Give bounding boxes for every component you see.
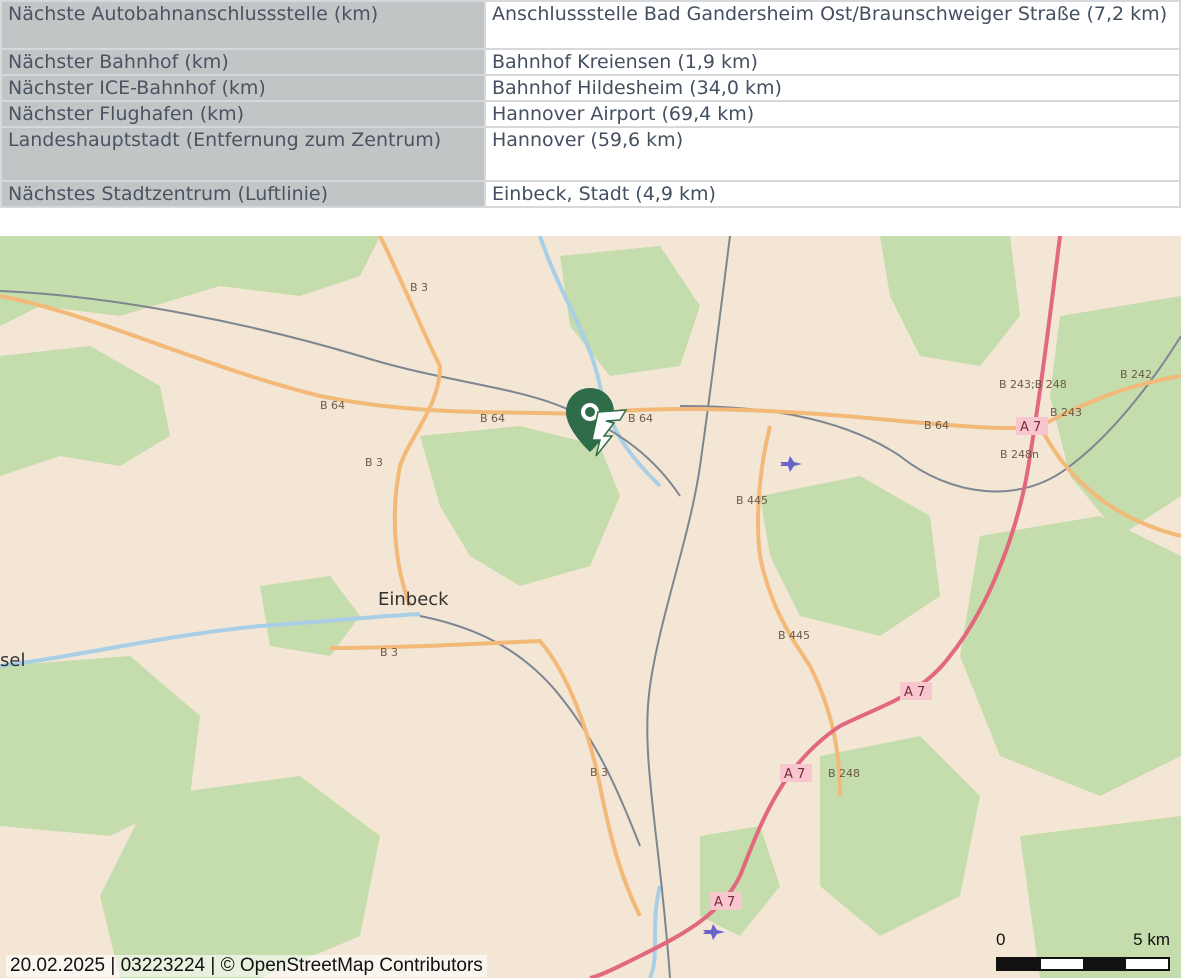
svg-text:B 445: B 445 (778, 629, 810, 642)
town-label-partial: sel (0, 650, 25, 671)
row-label: Nächster Bahnhof (km) (0, 48, 486, 76)
table-row: Nächster Flughafen (km) Hannover Airport… (0, 100, 1181, 128)
scale-end-label: 5 km (1133, 930, 1170, 949)
svg-text:B 3: B 3 (590, 766, 608, 779)
map-scale-bar: 0 5 km (996, 930, 1172, 976)
table-row: Nächster Bahnhof (km) Bahnhof Kreiensen … (0, 48, 1181, 76)
svg-text:B 248n: B 248n (1000, 448, 1039, 461)
svg-text:B 243: B 243 (1050, 406, 1082, 419)
scale-start-label: 0 (996, 930, 1006, 949)
svg-text:B 3: B 3 (365, 456, 383, 469)
row-value: Hannover Airport (69,4 km) (484, 100, 1181, 128)
svg-text:B 248: B 248 (828, 767, 860, 780)
table-row: Landeshauptstadt (Entfernung zum Zentrum… (0, 126, 1181, 182)
row-label: Nächstes Stadtzentrum (Luftlinie) (0, 180, 486, 208)
map-view[interactable]: B 3 B 64 B 64 B 64 B 64 B 3 B 445 B 445 … (0, 236, 1181, 978)
svg-text:B 3: B 3 (410, 281, 428, 294)
svg-text:A 7: A 7 (904, 685, 925, 700)
map-canvas[interactable]: B 3 B 64 B 64 B 64 B 64 B 3 B 445 B 445 … (0, 236, 1181, 978)
scale-bar-graphic (996, 957, 1170, 971)
svg-text:A 7: A 7 (714, 895, 735, 910)
row-value: Hannover (59,6 km) (484, 126, 1181, 182)
row-value: Einbeck, Stadt (4,9 km) (484, 180, 1181, 208)
map-attribution: 20.02.2025 | 03223224 | © OpenStreetMap … (6, 955, 487, 977)
row-value: Anschlussstelle Bad Gandersheim Ost/Brau… (484, 0, 1181, 50)
airplane-icon (780, 456, 802, 472)
row-value: Bahnhof Hildesheim (34,0 km) (484, 74, 1181, 102)
row-value: Bahnhof Kreiensen (1,9 km) (484, 48, 1181, 76)
row-label: Landeshauptstadt (Entfernung zum Zentrum… (0, 126, 486, 182)
svg-text:B 64: B 64 (924, 419, 949, 432)
svg-text:A 7: A 7 (784, 767, 805, 782)
row-label: Nächste Autobahnanschlussstelle (km) (0, 0, 486, 50)
forest-areas (0, 236, 1181, 978)
svg-text:B 445: B 445 (736, 494, 768, 507)
svg-text:B 3: B 3 (380, 646, 398, 659)
svg-text:A 7: A 7 (1020, 420, 1041, 435)
svg-text:B 64: B 64 (628, 412, 653, 425)
table-row: Nächstes Stadtzentrum (Luftlinie) Einbec… (0, 180, 1181, 208)
table-row: Nächste Autobahnanschlussstelle (km) Ans… (0, 0, 1181, 50)
svg-text:B 64: B 64 (320, 399, 345, 412)
row-label: Nächster Flughafen (km) (0, 100, 486, 128)
town-label-einbeck: Einbeck (378, 589, 449, 610)
svg-text:B 64: B 64 (480, 412, 505, 425)
svg-text:B 243;B 248: B 243;B 248 (999, 378, 1067, 391)
row-label: Nächster ICE-Bahnhof (km) (0, 74, 486, 102)
svg-text:B 242: B 242 (1120, 368, 1152, 381)
table-row: Nächster ICE-Bahnhof (km) Bahnhof Hildes… (0, 74, 1181, 102)
location-info-table: Nächste Autobahnanschlussstelle (km) Ans… (0, 0, 1181, 208)
